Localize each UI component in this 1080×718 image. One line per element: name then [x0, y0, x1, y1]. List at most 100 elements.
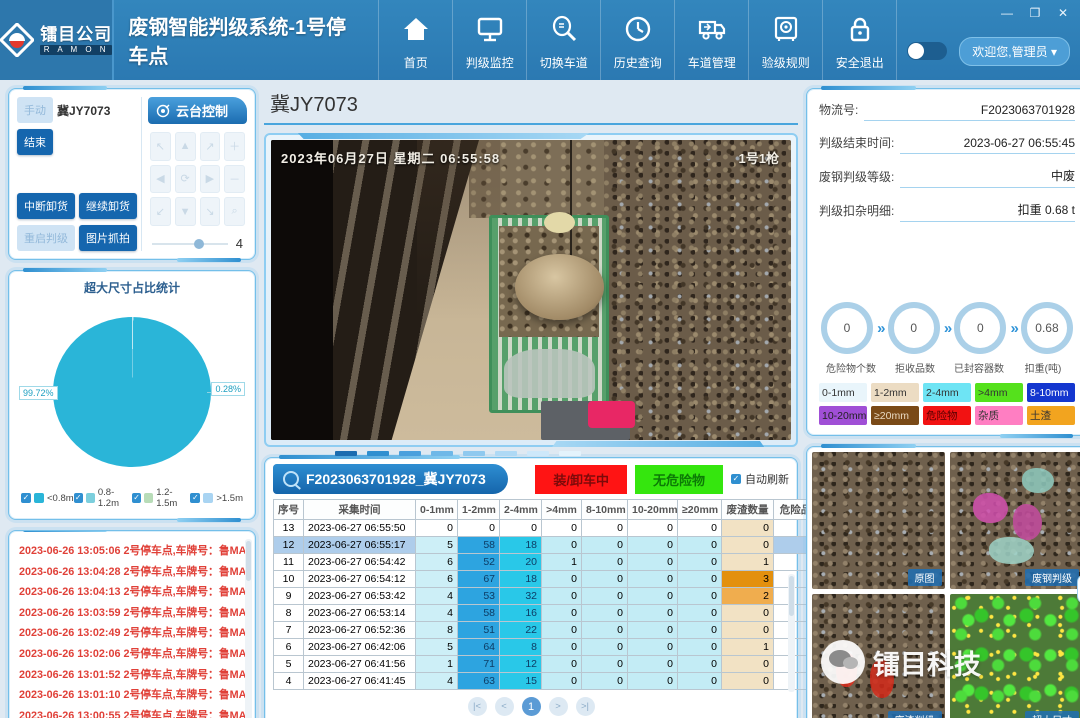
alert-message-item[interactable]: 2023-06-26 13:01:10 2号停车点,车牌号：鲁MAZ317,18: [19, 685, 251, 706]
ptz-control: 云台控制 ↖ ▲ ↗ ＋ ◀ ⟳ ▶ － ↙ ▼ ↘ ⌕ 4: [141, 97, 247, 251]
page-current[interactable]: 1: [521, 697, 541, 716]
ptz-button-8[interactable]: ↙: [150, 197, 171, 226]
stat-label: 已封容器数: [954, 364, 1004, 375]
alert-message-item[interactable]: 2023-06-26 13:02:49 2号停车点,车牌号：鲁MAZ317,18: [19, 623, 251, 644]
ptz-button-6[interactable]: ▶: [199, 164, 221, 194]
ptz-button-2[interactable]: ↗: [199, 132, 221, 161]
ptz-button-10[interactable]: ↘: [199, 197, 221, 226]
video-timestamp-overlay: 2023年06月27日 星期二 06:55:58: [281, 151, 501, 166]
auto-refresh-checkbox[interactable]: ✓: [731, 474, 741, 484]
cell-value: 64: [457, 638, 500, 656]
ptz-button-1[interactable]: ▲: [174, 132, 196, 161]
alert-message-item[interactable]: 2023-06-26 13:01:52 2号停车点,车牌号：鲁MAZ317,18: [19, 665, 251, 686]
table-row[interactable]: 82023-06-27 06:53:1445816000000: [273, 604, 818, 622]
info-field-value: 2023-06-27 06:55:45: [900, 136, 1075, 154]
interrupt-unload-button[interactable]: 中断卸货: [17, 193, 75, 219]
ptz-button-9[interactable]: ▼: [174, 197, 196, 226]
cell-value: 5: [415, 536, 458, 554]
cell-value: 0: [677, 587, 722, 605]
live-video-feed[interactable]: 2023年06月27日 星期二 06:55:58 1号1枪: [271, 140, 791, 440]
ptz-button-5[interactable]: ⟳: [174, 164, 196, 194]
close-button[interactable]: ✕: [1056, 6, 1070, 20]
category-chip: 危险物: [923, 406, 971, 425]
nav-item-lane-truck[interactable]: 车道管理: [674, 0, 748, 80]
thumbnail-label: 废钢判级: [1025, 569, 1079, 587]
ptz-button-0[interactable]: ↖: [150, 132, 171, 161]
table-row[interactable]: 62023-06-27 06:42:065648000010: [273, 638, 818, 656]
legend-checkbox[interactable]: ✓: [21, 493, 31, 503]
cell-value: 32: [499, 587, 542, 605]
ptz-button-7[interactable]: －: [224, 164, 245, 194]
thumbnail-original[interactable]: 原图: [812, 452, 945, 590]
maximize-button[interactable]: ❐: [1028, 6, 1042, 20]
legend-checkbox[interactable]: ✓: [190, 493, 201, 503]
thumbnail-oversize[interactable]: 超大尺寸: [949, 594, 1080, 718]
table-row[interactable]: 102023-06-27 06:54:1266718000030: [273, 570, 818, 588]
table-row[interactable]: 112023-06-27 06:54:4265220100010: [273, 553, 818, 571]
nav-item-rules-safe[interactable]: 验级规则: [748, 0, 822, 80]
alert-message-item[interactable]: 2023-06-26 13:03:59 2号停车点,车牌号：鲁MAZ317,18: [19, 603, 251, 624]
stat-circles: 0» 0» 0» 0.68: [819, 302, 1075, 354]
manual-mode-button[interactable]: 手动: [17, 97, 53, 123]
legend-checkbox[interactable]: ✓: [73, 493, 83, 503]
table-row[interactable]: 122023-06-27 06:55:1755818000000: [273, 536, 818, 554]
ptz-speed-slider[interactable]: [152, 238, 228, 249]
nav-item-home[interactable]: 首页: [378, 0, 452, 80]
table-row[interactable]: 42023-06-27 06:41:4546315000000: [273, 672, 818, 690]
ptz-button-4[interactable]: ◀: [150, 164, 171, 194]
cell-value: 0: [499, 519, 542, 537]
table-col-header: 0-1mm: [415, 499, 458, 520]
cell-value: 0: [581, 519, 628, 537]
table-row[interactable]: 72023-06-27 06:52:3685122000000: [273, 621, 818, 639]
table-row[interactable]: 92023-06-27 06:53:4245332000020: [273, 587, 818, 605]
logout-lock-icon: [845, 14, 875, 49]
page-button[interactable]: >: [548, 697, 568, 716]
cell-value: 52: [457, 553, 500, 571]
grading-table: 序号 采集时间 0-1mm 1-2mm 2-4mm >4mm 8-10mm 10-20mm ≥2…: [273, 499, 818, 690]
table-header-row: 序号 采集时间 0-1mm 1-2mm 2-4mm >4mm 8-10mm 10-20mm ≥2…: [273, 499, 818, 520]
stat-labels: 危险物个数 拒收品数 已封容器数 扣重(吨): [819, 360, 1075, 375]
page-button[interactable]: |<: [467, 697, 487, 716]
cell-index: 11: [273, 553, 304, 571]
nav-item-history-clock[interactable]: 历史查询: [600, 0, 674, 80]
cell-value: 58: [457, 604, 500, 622]
ptz-button-11[interactable]: ⌕: [224, 197, 245, 226]
page-button[interactable]: <: [494, 697, 514, 716]
slider-handle[interactable]: [193, 238, 204, 249]
nav-item-lane-switch-magnifier[interactable]: 切换车道: [526, 0, 600, 80]
nav-item-logout-lock[interactable]: 安全退出: [822, 0, 896, 80]
pie-legend: ✓ <0.8m ✓ 0.8-1.2m ✓ 1.2-1.5m ✓ >1.5m: [19, 487, 245, 511]
end-button[interactable]: 结束: [17, 129, 53, 155]
welcome-user-button[interactable]: 欢迎您,管理员 ▾: [959, 36, 1070, 66]
thumbnail-label: 原图: [907, 569, 942, 587]
alert-message-item[interactable]: 2023-06-26 13:00:55 2号停车点,车牌号：鲁MAZ317,18: [19, 706, 251, 718]
message-scrollbar[interactable]: [245, 539, 252, 718]
continue-unload-button[interactable]: 继续卸货: [79, 193, 137, 219]
category-chip: >4mm: [975, 383, 1023, 402]
thumbnail-residue-grading[interactable]: 废渣判级: [812, 594, 945, 718]
cell-value: 0: [721, 672, 774, 690]
alert-message-item[interactable]: 2023-06-26 13:02:06 2号停车点,车牌号：鲁MAZ317,18: [19, 644, 251, 665]
theme-toggle[interactable]: [907, 42, 948, 60]
legend-checkbox[interactable]: ✓: [132, 493, 142, 503]
minimize-button[interactable]: —: [1000, 6, 1014, 20]
ptz-direction-grid: ↖ ▲ ↗ ＋ ◀ ⟳ ▶ － ↙ ▼ ↘ ⌕: [148, 124, 247, 234]
table-row[interactable]: 132023-06-27 06:55:50000000000: [273, 519, 818, 537]
table-row[interactable]: 52023-06-27 06:41:5617112000000: [273, 655, 818, 673]
cell-value: 0: [677, 621, 722, 639]
stat-circle: 0: [821, 302, 873, 354]
alert-message-item[interactable]: 2023-06-26 13:05:06 2号停车点,车牌号：鲁MAZ317,18: [19, 541, 251, 562]
snapshot-button[interactable]: 图片抓拍: [79, 225, 137, 251]
ptz-button-3[interactable]: ＋: [224, 132, 245, 161]
cell-value: 18: [499, 536, 542, 554]
alert-message-item[interactable]: 2023-06-26 13:04:28 2号停车点,车牌号：鲁MAZ317,18: [19, 562, 251, 583]
cell-value: 0: [541, 587, 582, 605]
cell-value: 1: [541, 553, 582, 571]
thumbnail-steel-grading[interactable]: 废钢判级: [949, 452, 1080, 590]
nav-item-monitor[interactable]: 判级监控: [452, 0, 526, 80]
alert-message-item[interactable]: 2023-06-26 13:04:13 2号停车点,车牌号：鲁MAZ317,18: [19, 582, 251, 603]
table-scrollbar[interactable]: [788, 574, 795, 693]
page-button[interactable]: >|: [575, 697, 595, 716]
restart-grading-button[interactable]: 重启判级: [17, 225, 75, 251]
cell-value: 0: [627, 672, 678, 690]
